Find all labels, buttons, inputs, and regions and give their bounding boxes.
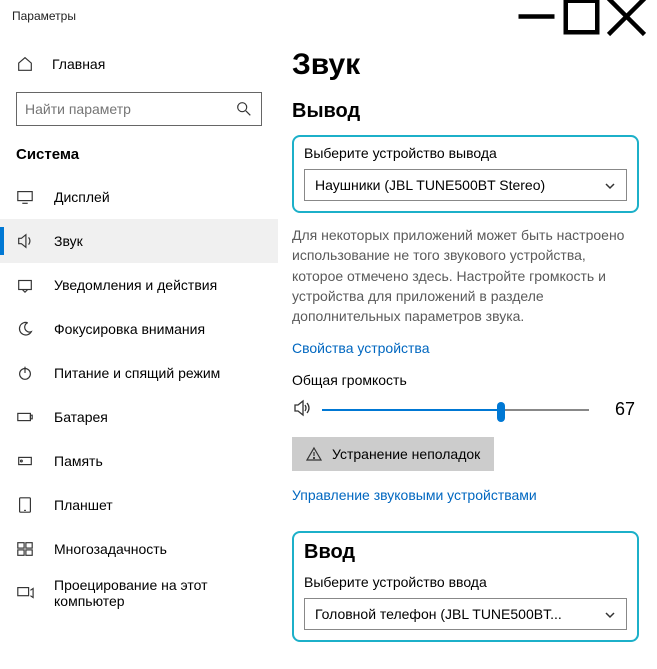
warning-icon <box>306 446 322 462</box>
speaker-icon <box>16 232 34 250</box>
sidebar-item-multitask[interactable]: Многозадачность <box>0 527 278 571</box>
input-device-group: Ввод Выберите устройство ввода Головной … <box>292 531 639 642</box>
search-icon <box>235 100 253 118</box>
sidebar-item-label: Проецирование на этот компьютер <box>54 577 262 609</box>
multitask-icon <box>16 540 34 558</box>
sidebar-item-display[interactable]: Дисплей <box>0 175 278 219</box>
sidebar-item-notifications[interactable]: Уведомления и действия <box>0 263 278 307</box>
input-device-value: Головной телефон (JBL TUNE500BT... <box>315 606 562 622</box>
sidebar-item-storage[interactable]: Память <box>0 439 278 483</box>
volume-slider[interactable] <box>322 400 589 420</box>
device-properties-link[interactable]: Свойства устройства <box>292 340 430 356</box>
volume-row: 67 <box>292 398 639 421</box>
search-input[interactable] <box>16 92 262 126</box>
window-controls <box>514 1 649 31</box>
output-device-value: Наушники (JBL TUNE500BT Stereo) <box>315 177 545 193</box>
search-field[interactable] <box>25 101 235 117</box>
window-title: Параметры <box>8 9 514 23</box>
sidebar-item-battery[interactable]: Батарея <box>0 395 278 439</box>
sidebar-item-label: Многозадачность <box>54 541 167 557</box>
home-icon <box>16 55 34 73</box>
project-icon <box>16 584 34 602</box>
troubleshoot-button[interactable]: Устранение неполадок <box>292 437 494 471</box>
slider-thumb[interactable] <box>497 402 505 422</box>
section-title: Система <box>0 140 278 169</box>
nav-list: Дисплей Звук Уведомления и действия Фоку… <box>0 175 278 615</box>
notification-icon <box>16 276 34 294</box>
slider-fill <box>322 409 501 411</box>
sidebar-item-label: Звук <box>54 233 83 249</box>
volume-value: 67 <box>599 399 639 420</box>
sidebar-item-label: Батарея <box>54 409 108 425</box>
storage-icon <box>16 452 34 470</box>
tablet-icon <box>16 496 34 514</box>
page-title: Звук <box>292 48 639 82</box>
sidebar-item-label: Дисплей <box>54 189 110 205</box>
home-label: Главная <box>52 56 105 72</box>
close-button[interactable] <box>604 1 649 31</box>
battery-icon <box>16 408 34 426</box>
sidebar-item-label: Фокусировка внимания <box>54 321 205 337</box>
titlebar: Параметры <box>0 0 657 32</box>
chevron-down-icon <box>604 179 616 191</box>
input-device-label: Выберите устройство ввода <box>304 574 627 590</box>
maximize-button[interactable] <box>559 1 604 31</box>
home-link[interactable]: Главная <box>0 44 278 84</box>
input-device-select[interactable]: Головной телефон (JBL TUNE500BT... <box>304 598 627 630</box>
sidebar-item-label: Планшет <box>54 497 113 513</box>
sidebar-item-label: Уведомления и действия <box>54 277 217 293</box>
sidebar: Главная Система Дисплей Звук Уведомления… <box>0 32 278 669</box>
output-description: Для некоторых приложений может быть наст… <box>292 225 639 326</box>
display-icon <box>16 188 34 206</box>
volume-icon[interactable] <box>292 398 312 421</box>
sidebar-item-power[interactable]: Питание и спящий режим <box>0 351 278 395</box>
output-device-group: Выберите устройство вывода Наушники (JBL… <box>292 135 639 213</box>
moon-icon <box>16 320 34 338</box>
sidebar-item-projecting[interactable]: Проецирование на этот компьютер <box>0 571 278 615</box>
minimize-button[interactable] <box>514 1 559 31</box>
output-heading: Вывод <box>292 100 639 123</box>
main-content: Звук Вывод Выберите устройство вывода На… <box>278 32 657 669</box>
sidebar-item-label: Память <box>54 453 103 469</box>
sidebar-item-focus[interactable]: Фокусировка внимания <box>0 307 278 351</box>
input-heading: Ввод <box>304 541 627 564</box>
volume-label: Общая громкость <box>292 372 639 388</box>
sidebar-item-tablet[interactable]: Планшет <box>0 483 278 527</box>
manage-devices-link[interactable]: Управление звуковыми устройствами <box>292 487 537 503</box>
power-icon <box>16 364 34 382</box>
troubleshoot-label: Устранение неполадок <box>332 446 480 462</box>
output-device-label: Выберите устройство вывода <box>304 145 627 161</box>
output-device-select[interactable]: Наушники (JBL TUNE500BT Stereo) <box>304 169 627 201</box>
sidebar-item-sound[interactable]: Звук <box>0 219 278 263</box>
chevron-down-icon <box>604 608 616 620</box>
sidebar-item-label: Питание и спящий режим <box>54 365 220 381</box>
